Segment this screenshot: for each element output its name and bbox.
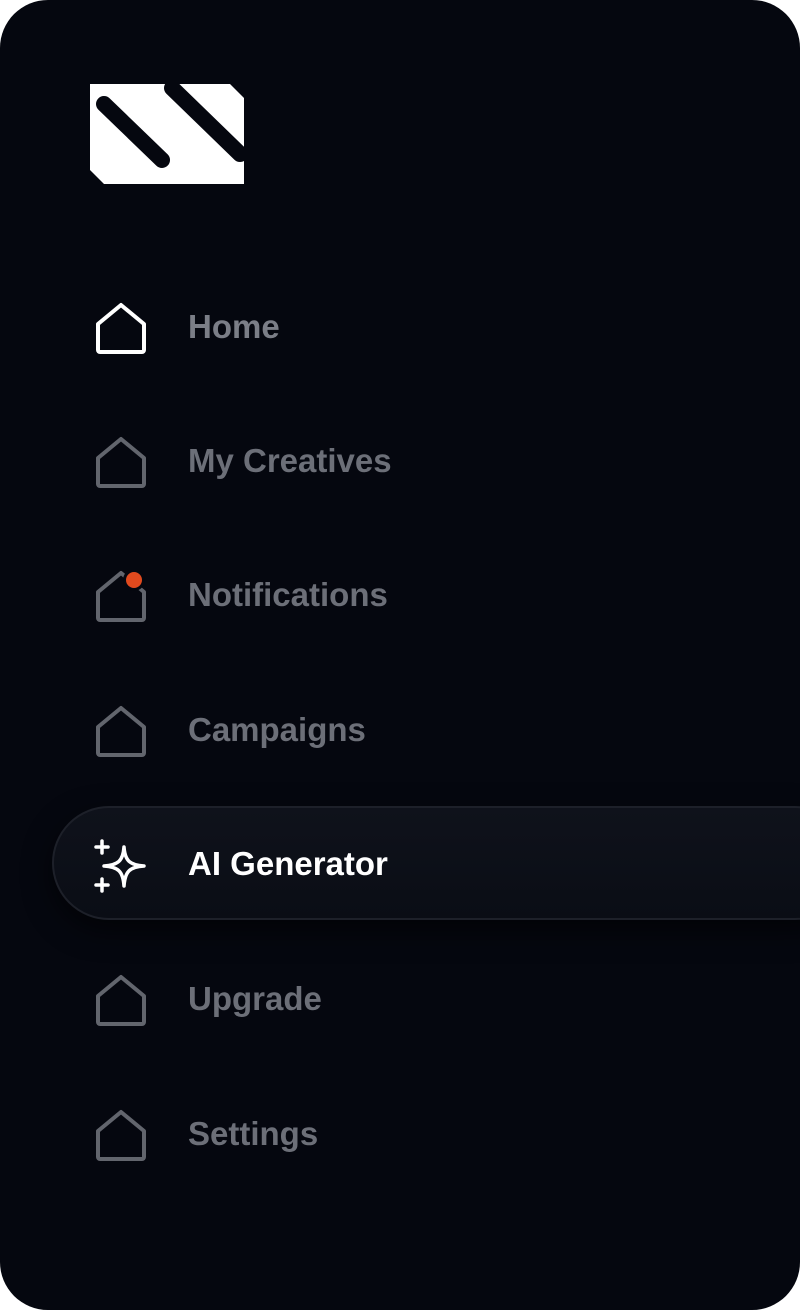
home-icon: [96, 437, 146, 488]
sidebar-item-label: Campaigns: [188, 711, 366, 748]
sidebar-item-home[interactable]: Home: [0, 282, 800, 372]
sidebar-item-notifications[interactable]: Notifications: [0, 550, 800, 640]
sidebar-panel: Home My Creatives Notifications Campaign…: [0, 0, 800, 1310]
sidebar-item-upgrade[interactable]: Upgrade: [0, 954, 800, 1044]
home-icon: [96, 570, 146, 622]
sidebar-item-label: Settings: [188, 1115, 319, 1152]
home-icon: [96, 975, 146, 1026]
sidebar-item-ai-generator[interactable]: AI Generator: [0, 819, 800, 909]
sidebar-item-campaigns[interactable]: Campaigns: [0, 685, 800, 775]
home-icon: [96, 706, 146, 757]
brand-logo-icon[interactable]: [90, 84, 244, 184]
sidebar-item-label: My Creatives: [188, 442, 392, 479]
sidebar-item-label: Home: [188, 308, 280, 345]
sidebar-item-label: Notifications: [188, 576, 388, 613]
sidebar-item-my-creatives[interactable]: My Creatives: [0, 416, 800, 506]
home-icon: [96, 303, 146, 354]
sidebar-item-label: AI Generator: [188, 845, 388, 882]
sidebar-item-label: Upgrade: [188, 980, 322, 1017]
notification-dot: [126, 572, 142, 588]
home-icon: [96, 1110, 146, 1161]
sparkles-icon: [94, 839, 146, 893]
sidebar-item-settings[interactable]: Settings: [0, 1089, 800, 1179]
